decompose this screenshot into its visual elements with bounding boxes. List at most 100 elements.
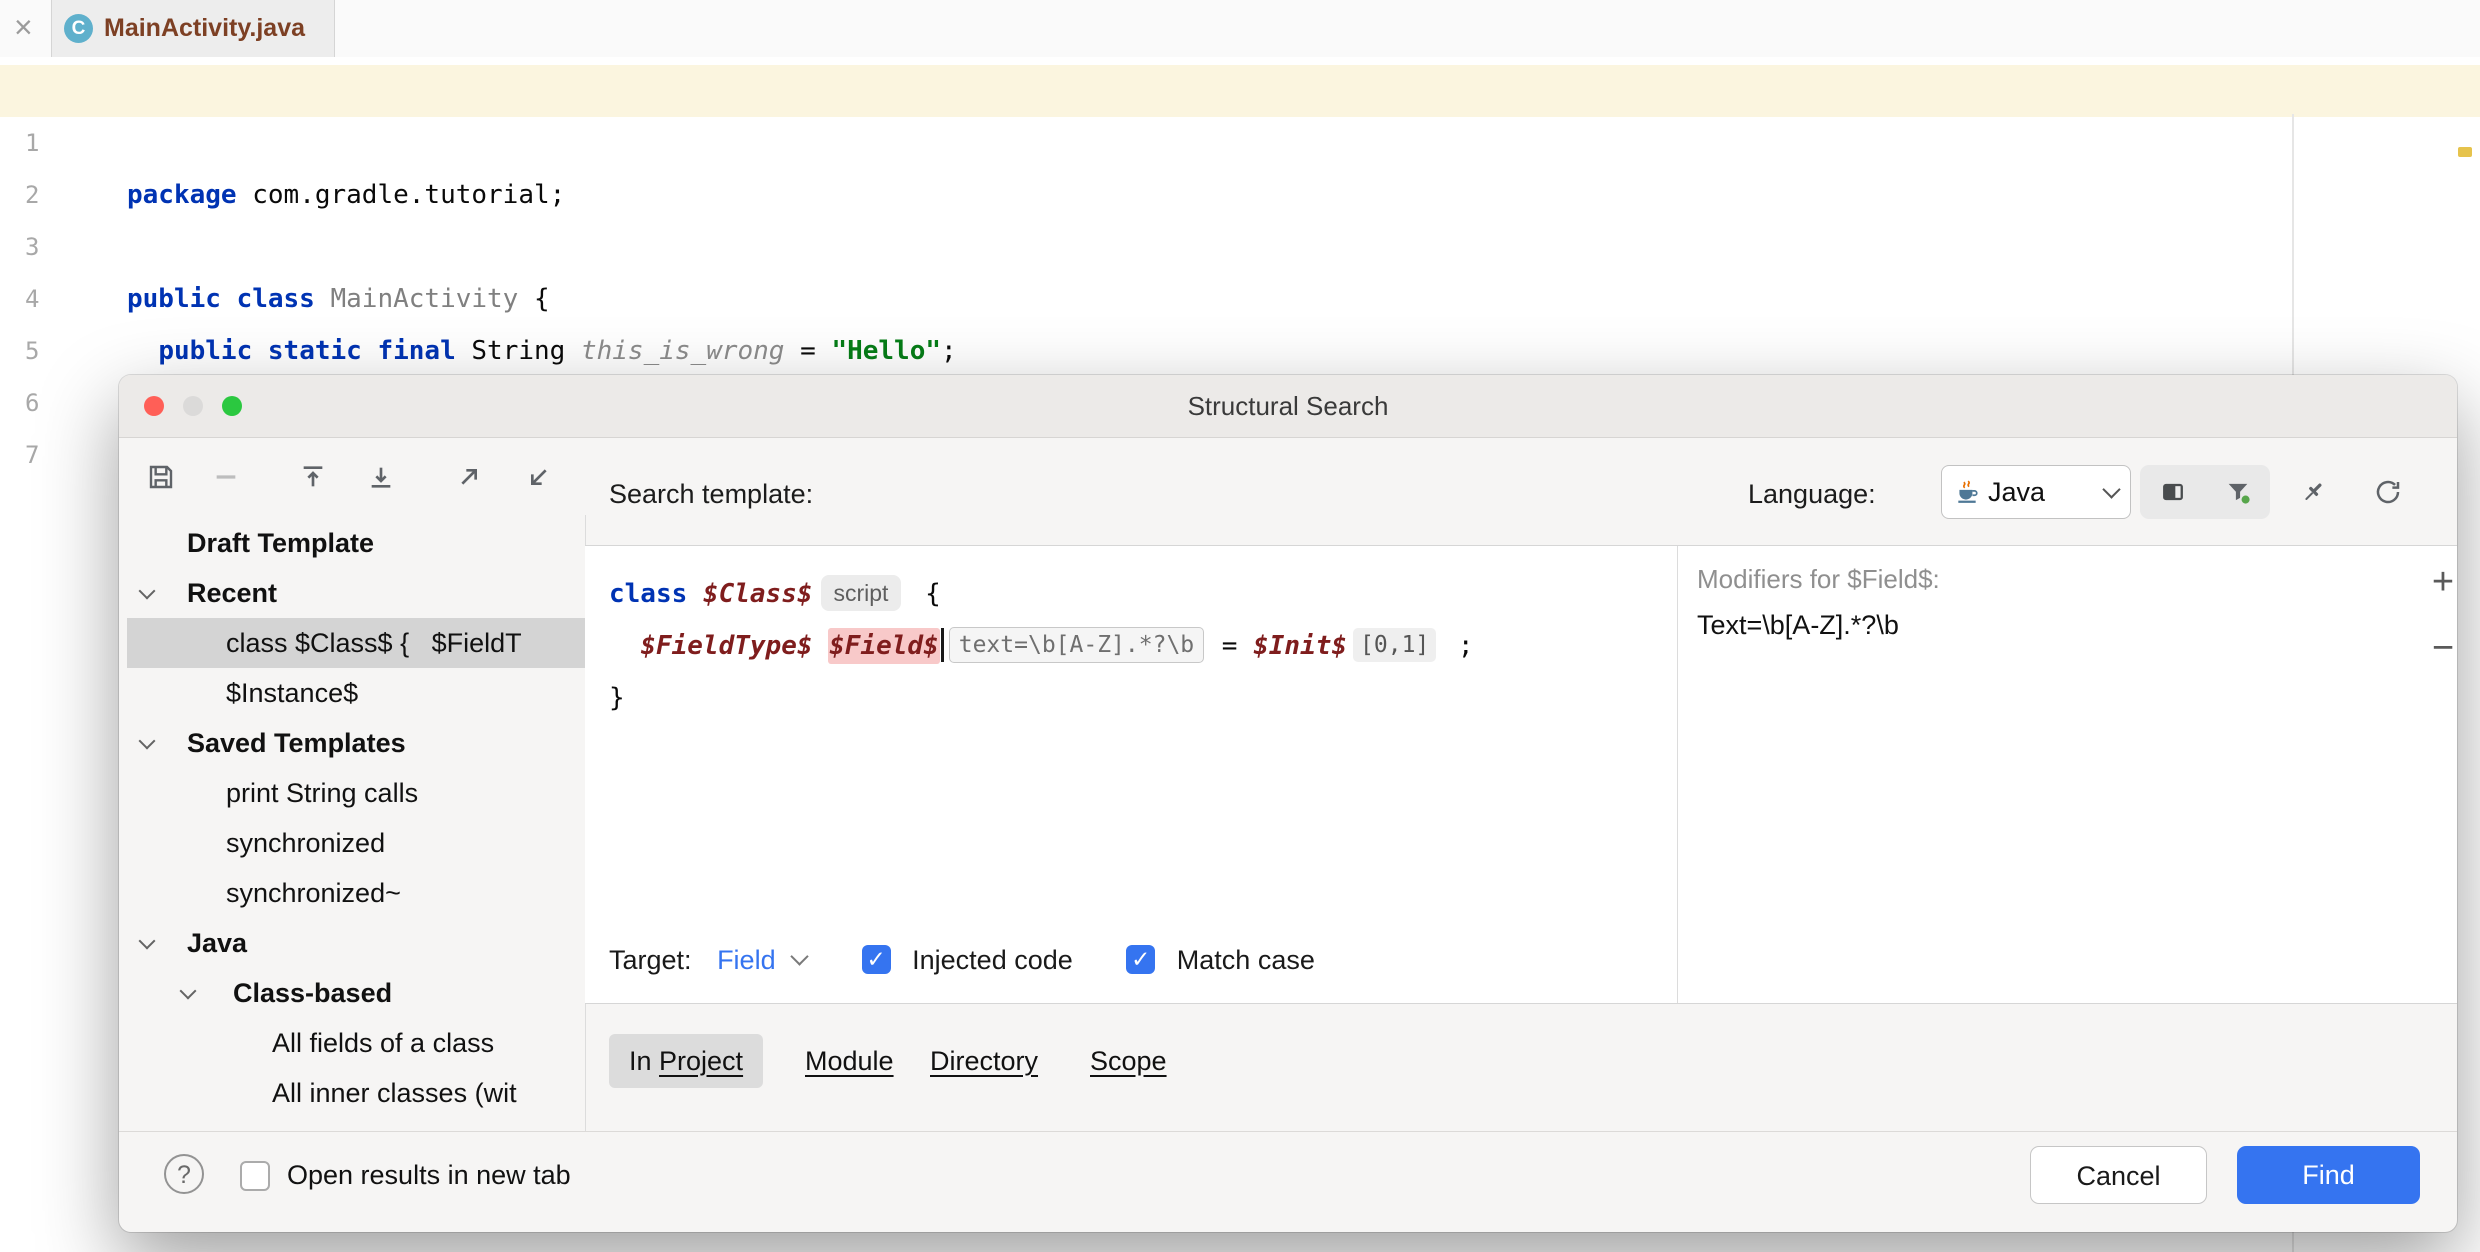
tree-group-java[interactable]: Java	[127, 918, 585, 968]
panel-icon	[2159, 478, 2187, 506]
tree-item-all-inner-classes[interactable]: All inner classes (wit	[127, 1068, 585, 1118]
code-token	[813, 631, 829, 661]
code-token: =	[1206, 631, 1253, 661]
code-line[interactable]: 4 public static final String this_is_wro…	[0, 221, 2480, 273]
tree-item-label: All fields of a class	[272, 1018, 494, 1068]
tree-group-class-based[interactable]: Class-based	[127, 968, 585, 1018]
code-token: }	[609, 683, 625, 713]
editor-tab-mainactivity[interactable]: C MainActivity.java	[51, 0, 335, 57]
injected-code-label[interactable]: Injected code	[912, 945, 1073, 975]
target-select[interactable]: Field	[717, 945, 776, 975]
tab-title: MainActivity.java	[104, 0, 305, 57]
text-filter-chip[interactable]: text=\b[A-Z].*?\b	[949, 627, 1204, 663]
template-variable-active: $Field$	[828, 628, 940, 664]
open-results-label[interactable]: Open results in new tab	[287, 1147, 571, 1203]
remove-template-button[interactable]	[203, 455, 249, 499]
arrow-down-left-icon	[523, 461, 555, 493]
code-token: ;	[1442, 631, 1473, 661]
import-from-clipboard-button[interactable]	[516, 455, 562, 499]
template-variable: $FieldType$	[640, 631, 812, 661]
modifiers-divider	[1677, 546, 1678, 1003]
code-line[interactable]: 5 public static final String THIS_IS_COR…	[0, 273, 2480, 325]
tree-item-selected-template[interactable]: class $Class$ { $FieldT	[127, 618, 585, 668]
editor-tab-bar: × C MainActivity.java	[0, 0, 2480, 58]
tree-item-label: Java	[187, 918, 247, 968]
tree-item-instance[interactable]: $Instance$	[127, 668, 585, 718]
chevron-down-icon[interactable]	[139, 583, 156, 600]
search-template-editor[interactable]: class $Class$script { $FieldType$ $Field…	[585, 545, 2457, 1004]
tree-item-label: synchronized~	[226, 868, 401, 918]
remove-modifier-button[interactable]: −	[2421, 626, 2465, 670]
cancel-button[interactable]: Cancel	[2030, 1146, 2207, 1204]
language-value: Java	[1988, 477, 2045, 508]
tree-item-synchronized-tilde[interactable]: synchronized~	[127, 868, 585, 918]
tree-item-synchronized[interactable]: synchronized	[127, 818, 585, 868]
modifiers-value[interactable]: Text=\b[A-Z].*?\b	[1697, 604, 1899, 646]
target-row: Target: Field ✓ Injected code ✓ Match ca…	[609, 932, 1315, 984]
code-token: class	[609, 579, 703, 609]
chevron-down-icon[interactable]	[180, 983, 197, 1000]
scope-tab-directory[interactable]: Directory	[930, 1034, 1038, 1088]
scope-tab-scope[interactable]: Scope	[1090, 1034, 1167, 1088]
template-line[interactable]: class $Class$script {	[609, 568, 941, 620]
arrow-down-to-bar-icon	[365, 461, 397, 493]
scope-tab-label: Project	[659, 1046, 743, 1076]
tree-item-all-fields-of-a-class[interactable]: All fields of a class	[127, 1018, 585, 1068]
chevron-down-icon	[790, 948, 808, 966]
code-token: {	[909, 579, 940, 609]
editor-toggle-group	[2140, 465, 2270, 519]
tree-item-print-string-calls[interactable]: print String calls	[127, 768, 585, 818]
tree-item-label: Recent	[187, 568, 277, 618]
match-case-checkbox[interactable]: ✓	[1126, 945, 1155, 974]
code-line[interactable]: 3 public class MainActivity {	[0, 169, 2480, 221]
save-template-button[interactable]	[138, 455, 184, 499]
pin-button[interactable]	[2290, 469, 2336, 515]
chevron-down-icon[interactable]	[139, 733, 156, 750]
code-token	[609, 631, 640, 661]
filter-button[interactable]	[2224, 478, 2252, 506]
preview-toggle-button[interactable]	[2159, 478, 2187, 506]
close-icon[interactable]: ×	[14, 0, 33, 57]
target-label: Target:	[609, 945, 692, 975]
scope-tab-module[interactable]: Module	[805, 1034, 894, 1088]
dialog-title-bar[interactable]: Structural Search	[119, 375, 2457, 438]
template-line[interactable]: $FieldType$ $Field$text=\b[A-Z].*?\b = $…	[609, 620, 1474, 672]
language-select[interactable]: Java	[1941, 465, 2131, 519]
pin-icon	[2298, 477, 2328, 507]
refresh-icon	[2373, 477, 2403, 507]
tree-item-label: $Instance$	[226, 668, 358, 718]
tree-group-saved-templates[interactable]: Saved Templates	[127, 718, 585, 768]
chevron-down-icon[interactable]	[139, 933, 156, 950]
save-icon	[145, 461, 177, 493]
java-icon	[1954, 479, 1980, 505]
code-line[interactable]: 1 package com.gradle.tutorial;	[0, 65, 2480, 117]
import-template-button[interactable]	[290, 455, 336, 499]
reset-button[interactable]	[2365, 469, 2411, 515]
chevron-down-icon	[2102, 480, 2120, 498]
tree-item-label: Class-based	[233, 968, 392, 1018]
tree-item-draft-template[interactable]: Draft Template	[127, 518, 585, 568]
template-line[interactable]: }	[609, 672, 625, 724]
tree-item-label: Saved Templates	[187, 718, 406, 768]
export-template-button[interactable]	[358, 455, 404, 499]
help-button[interactable]: ?	[164, 1154, 204, 1194]
find-button[interactable]: Find	[2237, 1146, 2420, 1204]
structural-search-dialog: Structural Search Draft Template Recent …	[119, 375, 2457, 1232]
open-results-checkbox[interactable]	[240, 1161, 270, 1191]
match-case-label[interactable]: Match case	[1177, 945, 1315, 975]
code-line[interactable]: 6 }	[0, 325, 2480, 377]
footer-divider	[119, 1131, 2457, 1132]
count-filter-chip[interactable]: [0,1]	[1353, 628, 1436, 662]
script-chip[interactable]: script	[821, 575, 902, 611]
injected-code-checkbox[interactable]: ✓	[862, 945, 891, 974]
export-to-clipboard-button[interactable]	[446, 455, 492, 499]
tree-item-label: synchronized	[226, 818, 385, 868]
tree-group-recent[interactable]: Recent	[127, 568, 585, 618]
code-line[interactable]: 2	[0, 117, 2480, 169]
scope-tab-label: In	[629, 1046, 659, 1076]
template-variable: $Init$	[1253, 631, 1347, 661]
arrow-up-right-icon	[453, 461, 485, 493]
scope-tab-in-project[interactable]: In Project	[609, 1034, 763, 1088]
arrow-up-to-bar-icon	[297, 461, 329, 493]
add-modifier-button[interactable]: +	[2421, 560, 2465, 604]
